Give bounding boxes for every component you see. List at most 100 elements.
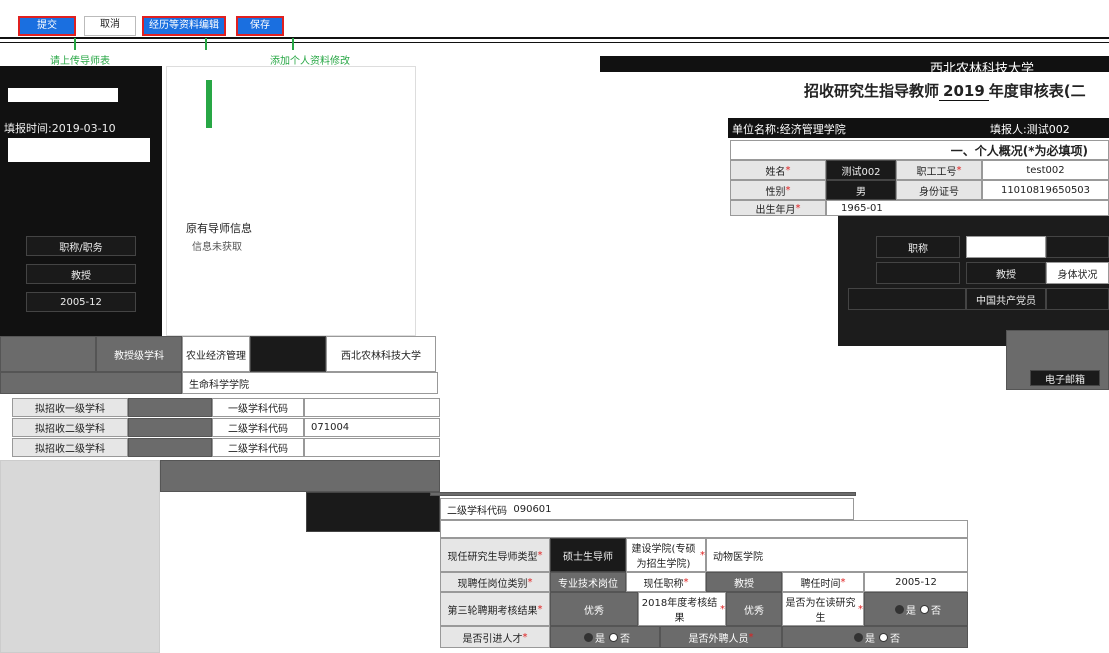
mid-row-univ: 西北农林科技大学 [326,336,436,372]
gender-label-text: 性别 [765,186,786,198]
current-title-label: 现任职称 * [626,572,706,592]
appoint-time-value[interactable]: 2005-12 [864,572,968,592]
right-row-3-end [1046,288,1109,310]
radio-no-label: 否 [931,605,941,617]
foreign-radios[interactable]: 是否 [782,626,968,648]
name-value: 测试002 [826,160,896,180]
post-label: 现聘任岗位类别 * [440,572,550,592]
mid-row-left-2 [0,372,182,394]
info-panel-marker [206,80,212,128]
party-label: 中国共产党员 [966,288,1046,310]
left-row-b: 教授 [26,264,136,284]
radio-no-label: 否 [890,633,900,645]
tutor-type-value[interactable]: 硕士生导师 [550,538,626,572]
radio-icon[interactable] [609,632,618,642]
appoint-time-label: 聘任时间 * [782,572,864,592]
annual-eval-label: 2018年度考核结果 * [638,592,726,626]
right-blank [966,236,1046,258]
birth-value: 1965-01 [826,200,1109,216]
hint-personal: 添加个人资料修改 [270,56,350,67]
second-code-row: 二级学科代码 090601 [440,498,854,520]
left-row-a: 职称/职务 [26,236,136,256]
mid-row-label: 教授级学科 [96,336,182,372]
discipline-code-3 [304,438,440,457]
cancel-button[interactable]: 取消 [84,16,136,36]
required-mark: * [748,631,754,643]
discipline-code-label-3: 二级学科代码 [212,438,304,457]
submit-button[interactable]: 提交 [18,16,76,36]
second-code-value: 090601 [513,503,552,515]
form-title: 招收研究生指导教师 2019 年度审核表(二 [804,80,1086,101]
right-title-label: 职称 [876,236,960,258]
radio-icon[interactable] [854,632,863,642]
college-label-text: 建设学院(专硕为招生学院) [631,544,696,570]
required-mark: * [795,202,801,214]
gender-label: 性别 * [730,180,826,200]
discipline-select-2[interactable] [128,418,212,437]
radio-yes-label: 是 [906,605,916,617]
form-year: 2019 [939,82,989,101]
radio-icon[interactable] [879,632,888,642]
talent-label: 是否引进人才 * [440,626,550,648]
student-label-text: 是否为在读研究生 [785,598,856,624]
foreign-label: 是否外聘人员 * [660,626,782,648]
discipline-select-1[interactable] [128,398,212,417]
talent-radios[interactable]: 是否 [550,626,660,648]
name-label: 姓名 * [730,160,826,180]
foreign-label-text: 是否外聘人员 [688,633,749,645]
lower-band [430,492,856,496]
radio-icon[interactable] [895,604,904,614]
birth-label: 出生年月 * [730,200,826,216]
save-button[interactable]: 保存 [236,16,284,36]
mid-row-left [0,336,96,372]
left-input[interactable] [8,88,118,102]
toolbar-divider-2 [0,42,1109,43]
fill-date: 填报时间:2019-03-10 [4,122,116,135]
hint-arrow-icon [292,38,294,50]
tutor-type-label: 现任研究生导师类型 * [440,538,550,572]
required-mark: * [522,631,528,643]
tutor-type-label-text: 现任研究生导师类型 [447,551,538,563]
left-bottom-area [0,460,160,653]
appoint-time-label-text: 聘任时间 [800,578,841,590]
required-mark: * [527,576,533,588]
empty-row [440,520,968,538]
mid-row-college: 生命科学学院 [182,372,438,394]
health-label: 身体状况 [1046,262,1109,284]
email-label: 电子邮箱 [1030,370,1100,386]
right-title-value: 教授 [966,262,1046,284]
required-mark: * [683,576,689,588]
gender-value: 男 [826,180,896,200]
third-eval-label: 第三轮聘期考核结果 * [440,592,550,626]
radio-icon[interactable] [920,604,929,614]
section1-title: 一、个人概况(*为必填项) [730,140,1109,160]
hint-arrow-icon [74,38,76,50]
right-cell [1046,236,1109,258]
radio-icon[interactable] [584,632,593,642]
discipline-block [160,460,440,492]
mid-row-dark [250,336,326,372]
post-label-text: 现聘任岗位类别 [457,578,528,590]
required-mark: * [537,603,543,615]
required-mark: * [858,603,863,615]
current-title-value[interactable]: 教授 [706,572,782,592]
mid-row-value: 农业经济管理 [182,336,250,372]
radio-yes-label: 是 [595,633,605,645]
left-block [8,138,150,162]
discipline-code-label-2: 二级学科代码 [212,418,304,437]
experience-edit-button[interactable]: 经历等资料编辑 [142,16,226,36]
left-row-c: 2005-12 [26,292,136,312]
college-value[interactable]: 动物医学院 [706,538,968,572]
required-mark: * [720,603,725,615]
discipline-dark-block [306,492,440,532]
third-eval-label-text: 第三轮聘期考核结果 [447,605,538,617]
annual-eval-value[interactable]: 优秀 [726,592,782,626]
filler-name: 填报人:测试002 [990,123,1070,136]
required-mark: * [785,184,791,196]
discipline-select-3[interactable] [128,438,212,457]
info-panel-title: 原有导师信息 [186,222,252,235]
post-value[interactable]: 专业技术岗位 [550,572,626,592]
student-radios[interactable]: 是否 [864,592,968,626]
discipline-label-1: 拟招收一级学科 [12,398,128,417]
third-eval-value[interactable]: 优秀 [550,592,638,626]
